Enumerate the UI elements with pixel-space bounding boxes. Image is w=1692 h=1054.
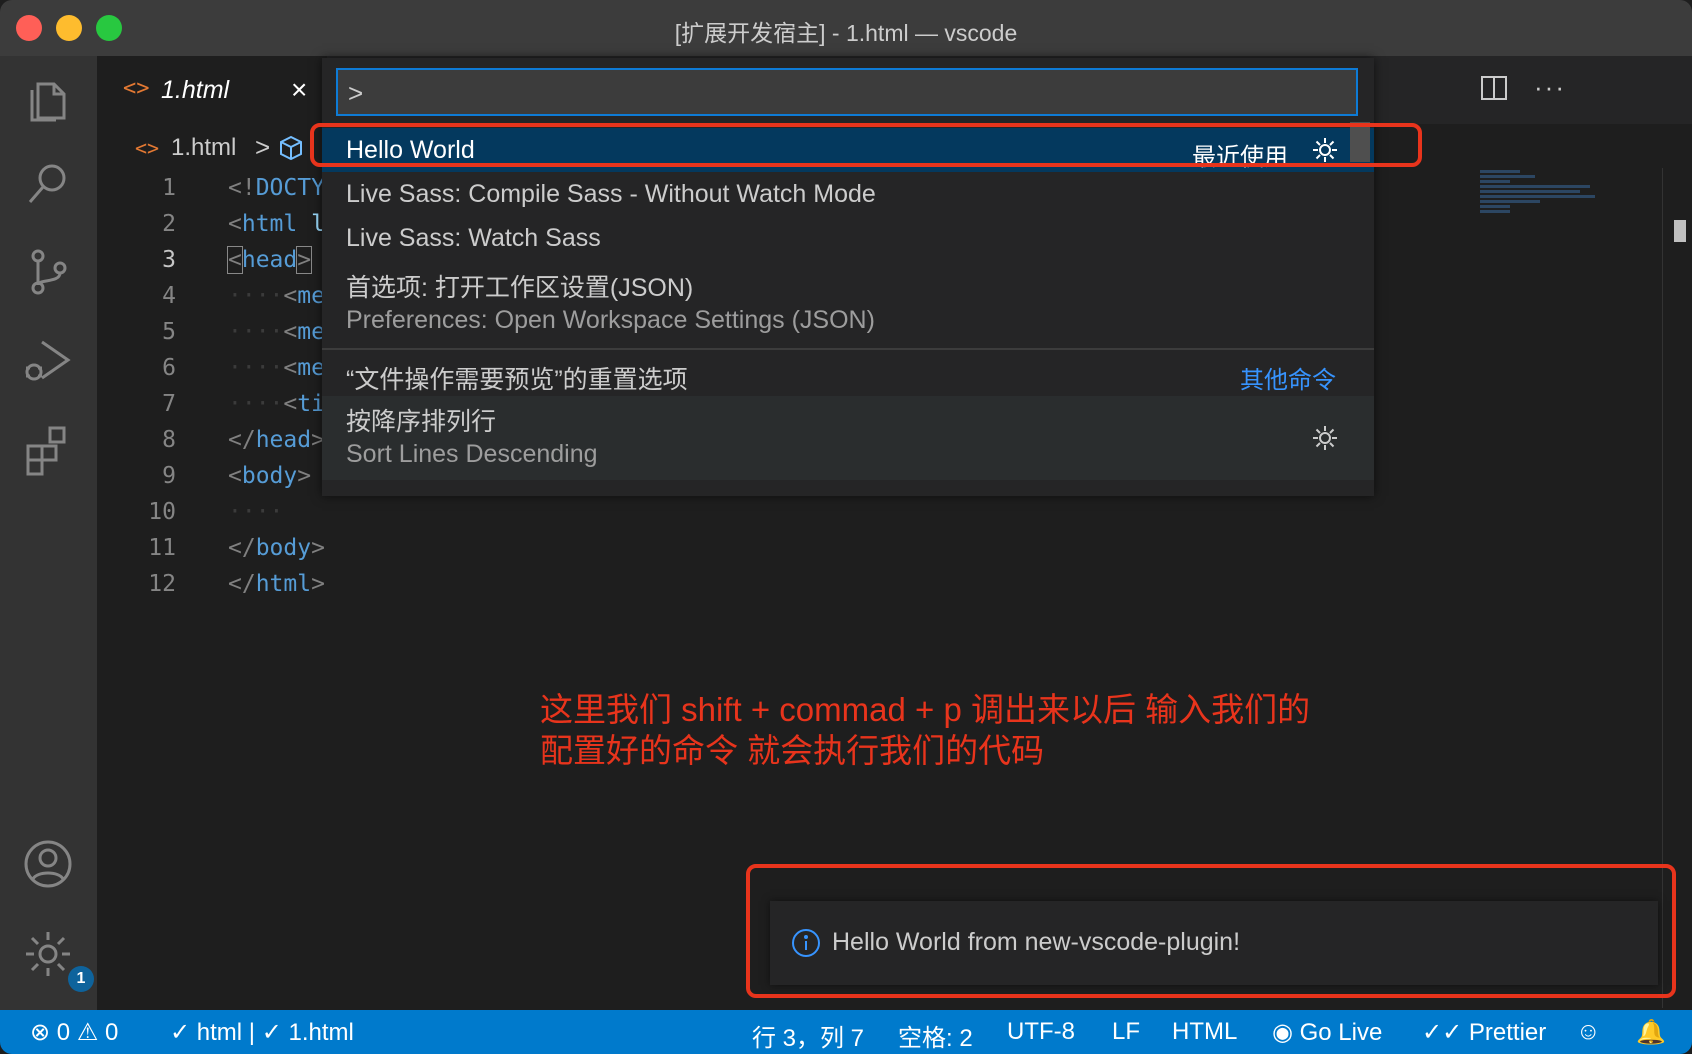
command-label: 首选项: 打开工作区设置(JSON) — [346, 274, 694, 302]
tab-1-html[interactable]: <> 1.html × — [97, 56, 327, 124]
line-number: 7 — [162, 391, 176, 417]
run-debug-icon[interactable] — [20, 332, 76, 388]
palette-divider — [322, 348, 1374, 350]
line-number-active: 3 — [162, 247, 176, 273]
code-line: ····<ti — [228, 391, 325, 417]
line-number: 6 — [162, 355, 176, 381]
window-title: [扩展开发宿主] - 1.html — vscode — [674, 20, 1018, 46]
breadcrumb-file[interactable]: 1.html — [171, 134, 236, 162]
source-control-icon[interactable] — [20, 244, 76, 300]
info-icon — [792, 929, 820, 957]
split-editor-icon[interactable] — [1480, 74, 1508, 102]
files-icon[interactable] — [20, 70, 76, 126]
line-number: 5 — [162, 319, 176, 345]
warning-count: 0 — [105, 1019, 119, 1046]
manage-badge: 1 — [68, 966, 94, 992]
command-detail: Sort Lines Descending — [346, 440, 598, 468]
cursor-position[interactable]: 行 3，列 7 — [752, 1018, 864, 1053]
prettier-label: Prettier — [1468, 1019, 1547, 1046]
configure-keybinding-gear-icon[interactable] — [1310, 423, 1340, 453]
command-item[interactable]: “文件操作需要预览”的重置选项 其他命令 — [322, 352, 1374, 396]
line-number: 11 — [148, 535, 176, 561]
command-item[interactable]: 按降序排列行 Sort Lines Descending — [322, 396, 1374, 480]
check-icon: ✓ — [170, 1019, 191, 1046]
code-line: ····<me — [228, 319, 325, 345]
code-line: <head> — [227, 246, 313, 274]
command-input-value: > — [348, 78, 364, 108]
annotation-highlight-command — [310, 123, 1422, 167]
prettier-status[interactable]: ✓✓ Prettier — [1422, 1018, 1546, 1047]
language-check-status[interactable]: ✓ html | ✓ 1.html — [170, 1018, 354, 1047]
annotation-text-line-2: 配置好的命令 就会执行我们的代码 — [540, 732, 1045, 769]
manage-gear-icon[interactable]: 1 — [20, 926, 94, 992]
line-number: 8 — [162, 427, 176, 453]
scrollbar-thumb[interactable] — [1674, 220, 1686, 242]
line-number: 10 — [148, 499, 176, 525]
html-file-icon: <> — [135, 136, 160, 160]
indentation[interactable]: 空格: 2 — [898, 1018, 973, 1053]
more-actions-icon[interactable]: ··· — [1534, 72, 1566, 103]
command-input[interactable]: > — [336, 68, 1358, 116]
warning-icon: ⚠ — [76, 1019, 99, 1046]
close-tab-icon[interactable]: × — [291, 74, 307, 106]
status-bar: ⊗ 0 ⚠ 0 ✓ html | ✓ 1.html 行 3，列 7 空格: 2 … — [0, 1010, 1692, 1054]
code-line: ····<me — [228, 355, 325, 381]
search-icon[interactable] — [20, 156, 76, 212]
command-detail: Preferences: Open Workspace Settings (JS… — [346, 306, 875, 334]
go-live-label: Go Live — [1299, 1019, 1383, 1046]
code-line: </body> — [228, 535, 325, 561]
end-of-line[interactable]: LF — [1112, 1018, 1140, 1046]
command-item[interactable]: Live Sass: Watch Sass — [322, 216, 1374, 258]
code-line: ···· — [228, 499, 284, 525]
other-commands-tag: 其他命令 — [1240, 367, 1336, 394]
command-label: 按降序排列行 — [346, 408, 497, 436]
code-line: ····<me — [228, 283, 325, 309]
code-line: <!DOCTY — [228, 175, 325, 201]
line-number: 1 — [162, 175, 176, 201]
line-number: 12 — [148, 571, 176, 597]
notification-toast: Hello World from new-vscode-plugin! — [770, 901, 1658, 985]
language-check-label: html | ✓ 1.html — [196, 1019, 354, 1046]
go-live-button[interactable]: ◉ Go Live — [1272, 1018, 1382, 1047]
code-line: </html> — [228, 571, 325, 597]
notification-message: Hello World from new-vscode-plugin! — [832, 928, 1241, 956]
command-item[interactable]: 首选项: 打开工作区设置(JSON) Preferences: Open Wor… — [322, 260, 1374, 340]
chevron-right-icon: > — [255, 132, 271, 162]
notifications-bell-icon[interactable]: 🔔 — [1636, 1018, 1666, 1047]
command-label: “文件操作需要预览”的重置选项 — [346, 366, 688, 394]
tab-label: 1.html — [161, 76, 230, 104]
line-number: 9 — [162, 463, 176, 489]
error-count: 0 — [56, 1019, 71, 1046]
line-number: 4 — [162, 283, 176, 309]
broadcast-icon: ◉ — [1272, 1019, 1293, 1046]
element-cube-icon[interactable] — [277, 134, 305, 162]
extensions-icon[interactable] — [20, 420, 76, 476]
command-label: Live Sass: Watch Sass — [346, 224, 601, 252]
feedback-icon[interactable]: ☺ — [1576, 1018, 1601, 1046]
error-icon: ⊗ — [30, 1019, 51, 1046]
encoding[interactable]: UTF-8 — [1007, 1018, 1075, 1046]
double-check-icon: ✓✓ — [1422, 1019, 1463, 1046]
account-icon[interactable] — [20, 836, 76, 892]
command-label: Live Sass: Compile Sass - Without Watch … — [346, 180, 876, 208]
title-bar: [扩展开发宿主] - 1.html — vscode — [0, 0, 1692, 56]
activity-bar: 1 — [0, 56, 97, 1010]
code-line: <html l — [228, 211, 325, 237]
code-line: </head> — [228, 427, 325, 453]
language-mode[interactable]: HTML — [1172, 1018, 1237, 1046]
problems-indicator[interactable]: ⊗ 0 ⚠ 0 — [30, 1018, 118, 1047]
line-number: 2 — [162, 211, 176, 237]
code-line: <body> — [228, 463, 312, 489]
command-item[interactable]: Live Sass: Compile Sass - Without Watch … — [322, 172, 1374, 214]
html-file-icon: <> — [123, 76, 150, 101]
minimap[interactable] — [1480, 168, 1600, 228]
